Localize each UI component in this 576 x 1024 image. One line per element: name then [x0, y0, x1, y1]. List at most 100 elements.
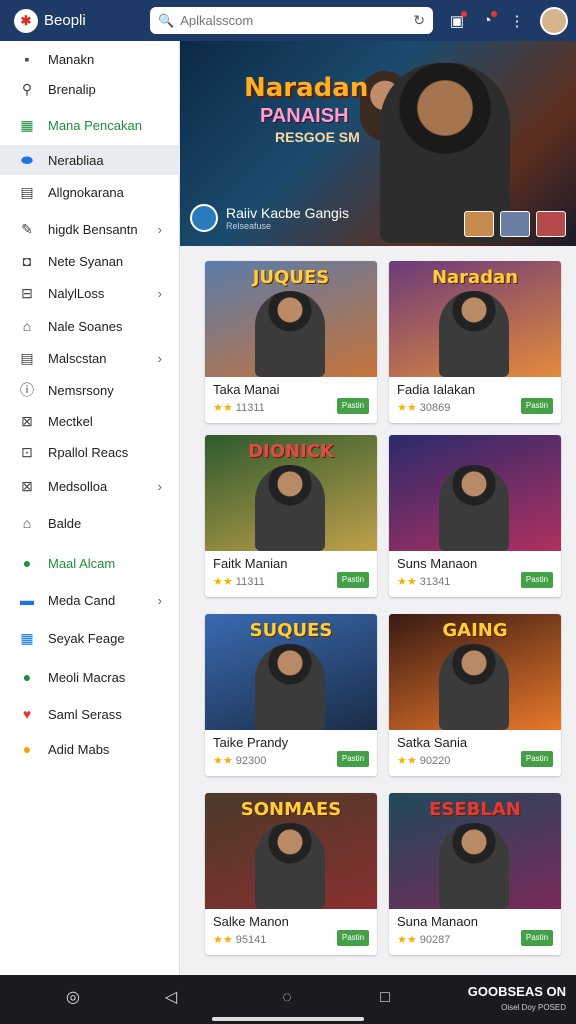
thumbnail[interactable]: [464, 211, 494, 237]
game-art: SONMAES: [205, 793, 377, 909]
sidebar-item[interactable]: ⌂ Balde: [0, 508, 180, 538]
home-icon: ⌂: [22, 515, 32, 531]
sidebar-item[interactable]: ◘ Nete Syanan: [0, 246, 180, 276]
thumbnail[interactable]: [500, 211, 530, 237]
brand-name: Beopli: [44, 12, 86, 29]
gesture-handle[interactable]: [212, 1017, 364, 1021]
price-button[interactable]: Pastin: [337, 572, 369, 588]
search-bar[interactable]: 🔍 ↻: [150, 7, 433, 34]
game-card[interactable]: SUQUES Taike Prandy ★★ 92300 Pastin: [205, 614, 377, 776]
sidebar-item[interactable]: ● Maal Alcam: [0, 548, 180, 578]
sidebar-item[interactable]: ⊠ Medsolloa ›: [0, 471, 180, 501]
game-rating: ★★ 30869: [397, 402, 451, 414]
sidebar-item[interactable]: ⌂ Nale Soanes: [0, 311, 180, 341]
game-name: Salke Manon: [213, 914, 289, 929]
game-art: SUQUES: [205, 614, 377, 730]
game-art-title: SONMAES: [240, 799, 342, 820]
hero-subtitle: PANAISH: [260, 105, 349, 127]
game-card[interactable]: ESEBLAN Suna Manaon ★★ 90287 Pastin: [389, 793, 561, 955]
character-icon: [439, 644, 509, 730]
card-icon: ▬: [20, 592, 34, 608]
assistant-icon[interactable]: ◎: [60, 985, 86, 1011]
sidebar-item-label: Brenalip: [48, 81, 96, 97]
refresh-icon[interactable]: ↻: [413, 12, 425, 29]
hero-banner[interactable]: Naradan PANAISH RESGOE SM Raiiv Kacbe Ga…: [180, 41, 576, 246]
price-button[interactable]: Pastin: [337, 930, 369, 946]
sidebar-item[interactable]: ▬ Meda Cand ›: [0, 585, 180, 615]
sidebar-item[interactable]: ✎ higdk Bensantn ›: [0, 214, 180, 244]
star-icon: ★★: [397, 576, 417, 588]
game-card[interactable]: JUQUES Taka Manai ★★ 11311 Pastin: [205, 261, 377, 423]
price-button[interactable]: Pastin: [521, 398, 553, 414]
game-name: Taike Prandy: [213, 735, 289, 750]
brand-logo-icon: ✱: [14, 8, 38, 33]
game-art: [389, 435, 561, 551]
sidebar-item[interactable]: ⓘ Nemsrsony: [0, 375, 180, 405]
sidebar-item[interactable]: ● Adid Mabs: [0, 734, 180, 764]
game-rating: ★★ 92300: [213, 755, 267, 767]
price-button[interactable]: Pastin: [521, 572, 553, 588]
home-icon[interactable]: ◌: [274, 985, 300, 1011]
sidebar-item[interactable]: ● Meoli Macras: [0, 662, 180, 692]
square-icon: ⊡: [21, 443, 33, 460]
game-rating: ★★ 90220: [397, 755, 451, 767]
sidebar-item-label: Medsolloa: [48, 478, 108, 494]
sidebar-item[interactable]: ▤ Allgnokarana: [0, 177, 180, 207]
game-card[interactable]: GAING Satka Sania ★★ 90220 Pastin: [389, 614, 561, 776]
grid-icon: ▦: [20, 629, 34, 646]
character-icon: [255, 465, 325, 551]
sidebar-item[interactable]: ⚲ Brenalip: [0, 74, 180, 104]
price-button[interactable]: Pastin: [521, 930, 553, 946]
game-name: Satka Sania: [397, 735, 468, 750]
sidebar-item[interactable]: ⊡ Rpallol Reacs: [0, 437, 180, 467]
game-rating: ★★ 11311: [213, 402, 265, 414]
star-icon: ★★: [397, 934, 417, 946]
game-name: Suns Manaon: [397, 556, 478, 571]
price-button[interactable]: Pastin: [337, 398, 369, 414]
notifications-icon[interactable]: ▣: [442, 6, 472, 36]
brand[interactable]: ✱ Beopli: [0, 8, 150, 33]
chevron-right-icon: ›: [157, 350, 162, 366]
circle-icon: ●: [22, 741, 32, 757]
sidebar-item[interactable]: ⊟ NalylLoss ›: [0, 278, 180, 308]
hero-app-info[interactable]: Raiiv Kacbe Gangis Relseafuse: [190, 204, 349, 232]
price-button[interactable]: Pastin: [521, 751, 553, 767]
star-icon: ★★: [213, 402, 233, 414]
more-icon[interactable]: ⋮: [502, 6, 532, 36]
game-card[interactable]: Naradan Fadia Ialakan ★★ 30869 Pastin: [389, 261, 561, 423]
search-input[interactable]: [180, 13, 414, 28]
game-art: GAING: [389, 614, 561, 730]
header-actions: ▣ ◔ ⋮: [442, 0, 576, 41]
game-art: DIONICK: [205, 435, 377, 551]
search-icon: ⚲: [21, 80, 33, 97]
square-icon: ⊠: [21, 412, 33, 429]
sidebar-item-active[interactable]: ⬬ Nerabliaa: [0, 145, 180, 175]
chevron-right-icon: ›: [157, 285, 162, 301]
sidebar-item[interactable]: ▪ Manakn: [0, 44, 180, 74]
price-button[interactable]: Pastin: [337, 751, 369, 767]
game-art-title: DIONICK: [248, 441, 334, 462]
game-name: Faitk Manian: [213, 556, 288, 571]
game-art-title: JUQUES: [252, 267, 330, 288]
game-art: JUQUES: [205, 261, 377, 377]
sidebar-item[interactable]: ♥ Saml Serass: [0, 699, 180, 729]
thumbnail[interactable]: [536, 211, 566, 237]
game-card[interactable]: DIONICK Faitk Manian ★★ 11311 Pastin: [205, 435, 377, 597]
sidebar-item-label: Rpallol Reacs: [48, 444, 129, 460]
sidebar-item[interactable]: ▦ Seyak Feage: [0, 623, 180, 653]
hero-app-sub: Relseafuse: [226, 221, 272, 231]
alerts-icon[interactable]: ◔: [472, 6, 502, 36]
sidebar-item-label: higdk Bensantn: [48, 221, 138, 237]
game-card[interactable]: SONMAES Salke Manon ★★ 95141 Pastin: [205, 793, 377, 955]
back-icon[interactable]: ◁: [158, 985, 184, 1011]
sidebar-item[interactable]: ⊠ Mectkel: [0, 406, 180, 436]
sidebar-item-label: Mana Pencakan: [48, 117, 142, 133]
game-art-title: GAING: [442, 620, 508, 641]
star-icon: ★★: [213, 755, 233, 767]
camera-icon: ◘: [22, 253, 32, 269]
avatar[interactable]: [540, 6, 568, 35]
game-card[interactable]: Suns Manaon ★★ 31341 Pastin: [389, 435, 561, 597]
sidebar-item[interactable]: ▦ Mana Pencakan: [0, 110, 180, 140]
recents-icon[interactable]: □: [372, 985, 398, 1011]
sidebar-item[interactable]: ▤ Malscstan ›: [0, 343, 180, 373]
